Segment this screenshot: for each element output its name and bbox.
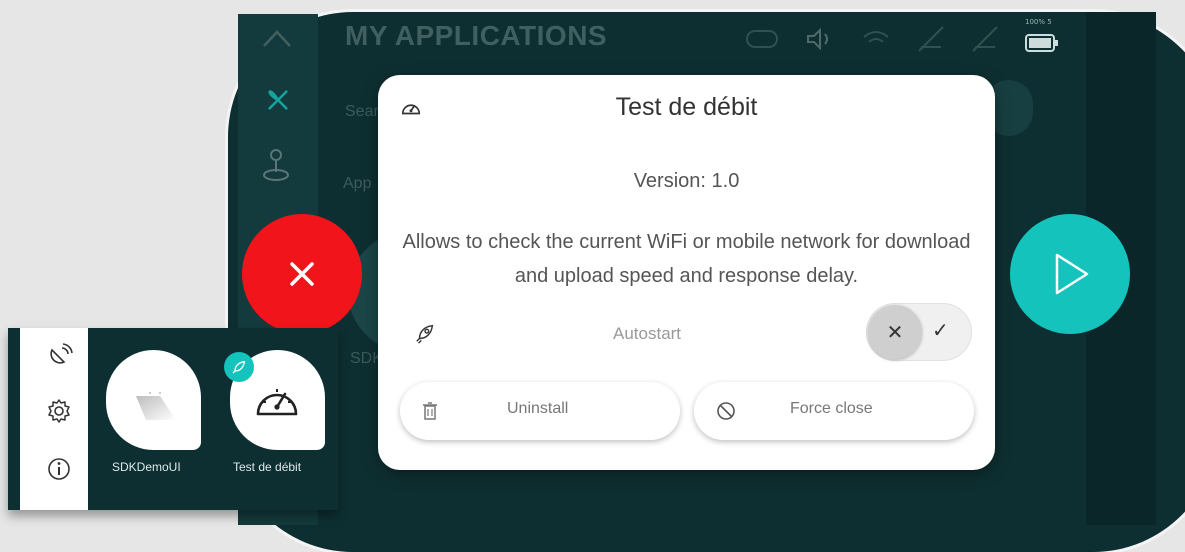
force-close-button[interactable]: Force close — [694, 382, 974, 440]
autostart-badge — [224, 352, 254, 382]
block-icon — [717, 402, 735, 420]
search-hint: Sear — [345, 103, 379, 120]
speedometer-icon — [256, 389, 298, 416]
inset-app-launcher: SDKDemoUI Test de débit — [8, 328, 338, 510]
gamepad-icon — [746, 30, 778, 48]
inset-sidebar — [8, 328, 88, 510]
app-label-sdkdemoui: SDKDemoUI — [112, 460, 181, 474]
apps-section-hint: App — [343, 175, 372, 192]
toggle-off-icon: ✕ — [868, 305, 922, 359]
app-placeholder-icon — [136, 392, 176, 420]
battery-indicator: 100% 5 — [1025, 18, 1061, 56]
app-tile-sdkdemoui[interactable] — [106, 350, 201, 450]
dialog-title: Test de débit — [615, 93, 758, 121]
close-icon — [290, 262, 314, 286]
rocket-icon — [416, 324, 434, 344]
force-close-label: Force close — [790, 400, 873, 417]
uninstall-label: Uninstall — [507, 400, 569, 417]
wifi-icon — [863, 31, 889, 43]
volume-icon — [807, 27, 828, 51]
app-label-test-de-debit: Test de débit — [233, 460, 302, 474]
battery-icon — [1025, 34, 1058, 52]
autostart-toggle[interactable]: ✕ ✓ — [866, 303, 972, 361]
rocket-icon — [232, 360, 246, 374]
satellite-icon[interactable] — [46, 342, 74, 370]
signal-off-icon — [918, 26, 944, 52]
uninstall-button[interactable]: Uninstall — [400, 382, 680, 440]
trash-icon — [423, 402, 437, 420]
gear-icon[interactable] — [46, 398, 72, 424]
joystick-icon[interactable] — [262, 148, 290, 182]
launch-button[interactable] — [1010, 214, 1130, 334]
toggle-on-icon: ✓ — [932, 318, 949, 342]
signal-off-icon — [972, 26, 998, 52]
status-bar: 100% 5 — [745, 18, 1061, 56]
info-icon[interactable] — [46, 456, 72, 482]
apps-icon[interactable] — [260, 82, 296, 118]
description-text: Allows to check the current WiFi or mobi… — [402, 231, 971, 287]
autostart-label: Autostart — [613, 324, 682, 343]
back-chevron-icon[interactable] — [262, 28, 292, 48]
page-title: MY APPLICATIONS — [345, 20, 608, 51]
battery-label: 100% 5 — [1025, 18, 1052, 26]
close-button[interactable] — [242, 214, 362, 334]
version-text: Version: 1.0 — [633, 170, 740, 192]
app-details-dialog: Test de débit Version: 1.0 Allows to che… — [378, 75, 995, 470]
play-icon — [1055, 253, 1089, 295]
